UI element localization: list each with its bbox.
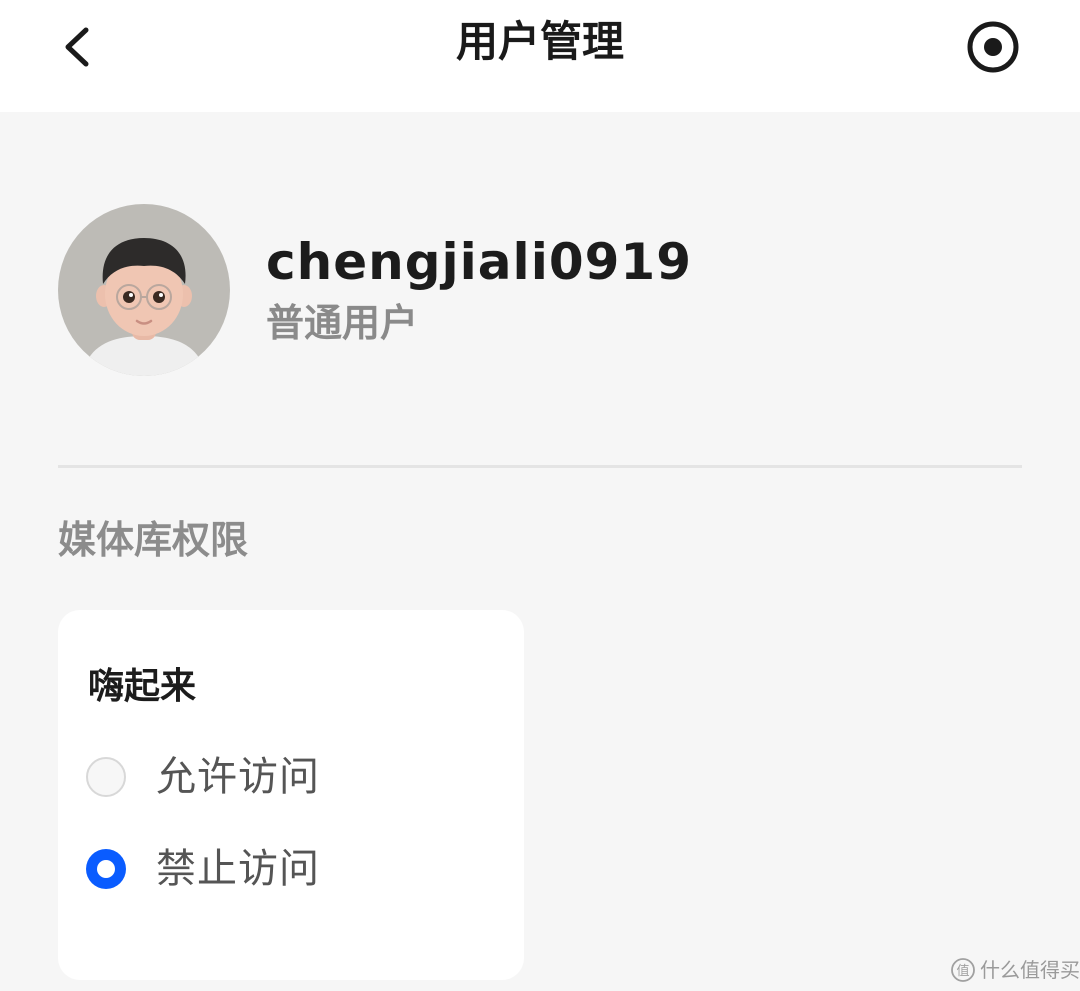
watermark-text: 什么值得买 bbox=[980, 958, 1080, 982]
option-allow-access[interactable]: 允许访问 bbox=[86, 754, 506, 806]
target-button[interactable] bbox=[962, 16, 1024, 78]
zhi-logo-icon: 值 bbox=[951, 958, 975, 982]
option-label: 允许访问 bbox=[156, 754, 320, 800]
cartoon-avatar-image bbox=[58, 204, 230, 376]
target-icon bbox=[967, 21, 1019, 73]
divider bbox=[58, 465, 1022, 468]
section-title: 媒体库权限 bbox=[58, 518, 249, 562]
svg-text:值: 值 bbox=[956, 963, 969, 979]
option-deny-access[interactable]: 禁止访问 bbox=[86, 846, 506, 898]
library-permission-card: 嗨起来 允许访问 禁止访问 bbox=[58, 610, 524, 980]
user-role: 普通用户 bbox=[266, 301, 419, 345]
radio-unselected[interactable] bbox=[86, 757, 126, 797]
library-name: 嗨起来 bbox=[88, 666, 197, 707]
radio-dot bbox=[97, 860, 115, 878]
username: chengjiali0919 bbox=[266, 233, 692, 291]
page-title: 用户管理 bbox=[455, 17, 624, 66]
avatar bbox=[58, 204, 230, 376]
option-label: 禁止访问 bbox=[156, 846, 320, 892]
radio-selected[interactable] bbox=[86, 849, 126, 889]
watermark: 值 什么值得买 bbox=[950, 954, 1080, 986]
app-header: 用户管理 bbox=[0, 0, 1080, 112]
